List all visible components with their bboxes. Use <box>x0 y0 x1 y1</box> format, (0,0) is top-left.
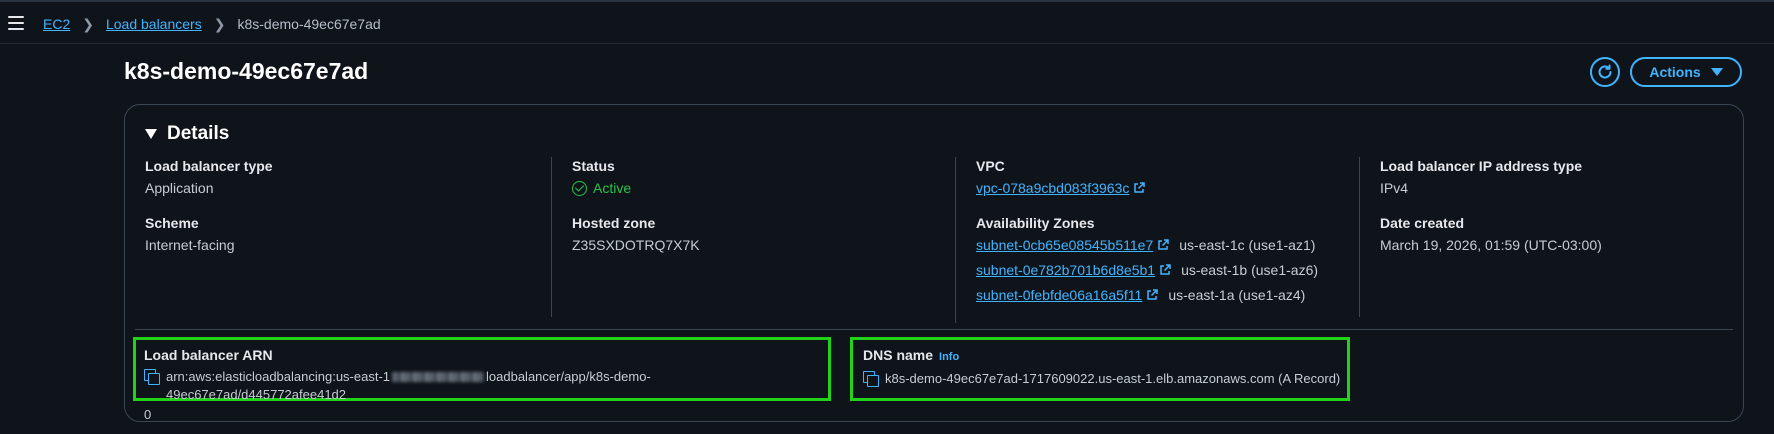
page-title: k8s-demo-49ec67e7ad <box>124 58 369 84</box>
dns-info-link[interactable]: Info <box>939 351 959 363</box>
lb-type-value: Application <box>145 180 214 196</box>
dns-value-row: k8s-demo-49ec67e7ad-1717609022.us-east-1… <box>863 370 1347 388</box>
divider <box>135 329 1733 330</box>
vpc-link[interactable]: vpc-078a9cbd083f3963c <box>976 180 1129 196</box>
subnet-link-1[interactable]: subnet-0cb65e08545b511e7 <box>976 237 1153 253</box>
scheme-field: Scheme Internet-facing <box>145 214 525 256</box>
breadcrumb: EC2 ❯ Load balancers ❯ k8s-demo-49ec67e7… <box>43 2 381 46</box>
subnet-link-3[interactable]: subnet-0febfde06a16a5f11 <box>976 287 1142 303</box>
details-column-2: Status Active Hosted zone Z35SXDOTRQ7X7K <box>551 157 931 317</box>
external-link-icon <box>1134 182 1146 193</box>
az-row: subnet-0e782b701b6d8e5b1 us-east-1b (use… <box>976 256 1335 284</box>
caret-down-icon <box>145 129 157 139</box>
refresh-button[interactable] <box>1590 57 1620 87</box>
az-zone-3: us-east-1a (use1-az4) <box>1168 287 1306 303</box>
caret-down-icon <box>1710 68 1723 76</box>
hosted-zone-label: Hosted zone <box>572 215 656 231</box>
chevron-right-icon: ❯ <box>82 15 94 32</box>
hosted-zone-value: Z35SXDOTRQ7X7K <box>572 237 700 253</box>
details-panel: Details Load balancer type Application S… <box>124 104 1744 422</box>
details-column-1: Load balancer type Application Scheme In… <box>145 157 525 317</box>
hosted-zone-field: Hosted zone Z35SXDOTRQ7X7K <box>572 214 931 256</box>
redacted-account-id <box>392 372 485 382</box>
date-created-value: March 19, 2026, 01:59 (UTC-03:00) <box>1380 237 1602 253</box>
dns-value: k8s-demo-49ec67e7ad-1717609022.us-east-1… <box>885 371 1341 386</box>
breadcrumb-load-balancers[interactable]: Load balancers <box>106 16 202 32</box>
az-field: Availability Zones subnet-0cb65e08545b51… <box>976 214 1335 306</box>
arn-value: arn:aws:elasticloadbalancing:us-east-1 lo… <box>166 368 828 404</box>
copy-icon[interactable] <box>863 371 879 387</box>
details-column-4: Load balancer IP address type IPv4 Date … <box>1359 157 1739 317</box>
dns-field: DNS name Info k8s-demo-49ec67e7ad-1717609… <box>850 337 1350 401</box>
vpc-label: VPC <box>976 158 1005 174</box>
external-link-icon <box>1158 239 1169 250</box>
scheme-label: Scheme <box>145 215 199 231</box>
dns-label-row: DNS name Info <box>863 346 1347 366</box>
breadcrumb-bar: EC2 ❯ Load balancers ❯ k8s-demo-49ec67e7… <box>0 0 1774 44</box>
arn-value-row: arn:aws:elasticloadbalancing:us-east-1 lo… <box>144 368 828 404</box>
external-link-icon <box>1160 264 1171 275</box>
az-zone-1: us-east-1c (use1-az1) <box>1179 237 1316 253</box>
breadcrumb-current: k8s-demo-49ec67e7ad <box>237 16 381 32</box>
arn-wrap: 0 <box>144 407 152 422</box>
breadcrumb-ec2[interactable]: EC2 <box>43 16 70 32</box>
az-row: subnet-0febfde06a16a5f11 us-east-1a (use… <box>976 284 1335 306</box>
hamburger-menu-icon[interactable] <box>8 16 24 30</box>
subnet-link-2[interactable]: subnet-0e782b701b6d8e5b1 <box>976 262 1155 278</box>
az-row: subnet-0cb65e08545b511e7 us-east-1c (use… <box>976 234 1335 256</box>
status-badge: Active <box>572 177 931 199</box>
actions-button[interactable]: Actions <box>1630 57 1742 87</box>
external-link-icon <box>1147 289 1159 300</box>
date-created-label: Date created <box>1380 215 1465 231</box>
details-column-3: VPC vpc-078a9cbd083f3963c Availability Z… <box>955 157 1335 323</box>
arn-field: Load balancer ARN arn:aws:elasticloadbal… <box>133 337 831 422</box>
dns-label: DNS name <box>863 347 934 363</box>
arn-label: Load balancer ARN <box>144 347 273 363</box>
lb-type-label: Load balancer type <box>145 158 273 174</box>
ip-type-label: Load balancer IP address type <box>1380 158 1583 174</box>
status-field: Status Active <box>572 157 931 199</box>
ip-type-value: IPv4 <box>1380 180 1409 196</box>
status-value: Active <box>593 180 632 196</box>
lb-type-field: Load balancer type Application <box>145 157 525 199</box>
actions-button-label: Actions <box>1649 64 1701 80</box>
status-label: Status <box>572 158 615 174</box>
chevron-right-icon: ❯ <box>213 15 226 32</box>
vpc-field: VPC vpc-078a9cbd083f3963c <box>976 157 1335 199</box>
scheme-value: Internet-facing <box>145 237 235 253</box>
arn-wrap-row: 0 <box>144 406 828 424</box>
ip-type-field: Load balancer IP address type IPv4 <box>1380 157 1739 199</box>
details-toggle[interactable]: Details <box>145 123 229 145</box>
date-created-field: Date created March 19, 2026, 01:59 (UTC-… <box>1380 214 1739 256</box>
arn-prefix: arn:aws:elasticloadbalancing:us-east-1 <box>166 369 391 384</box>
az-label: Availability Zones <box>976 215 1095 231</box>
copy-icon[interactable] <box>144 369 160 385</box>
check-circle-icon <box>572 180 587 196</box>
details-title: Details <box>167 123 230 144</box>
az-zone-2: us-east-1b (use1-az6) <box>1181 262 1319 278</box>
refresh-icon <box>1598 64 1612 79</box>
